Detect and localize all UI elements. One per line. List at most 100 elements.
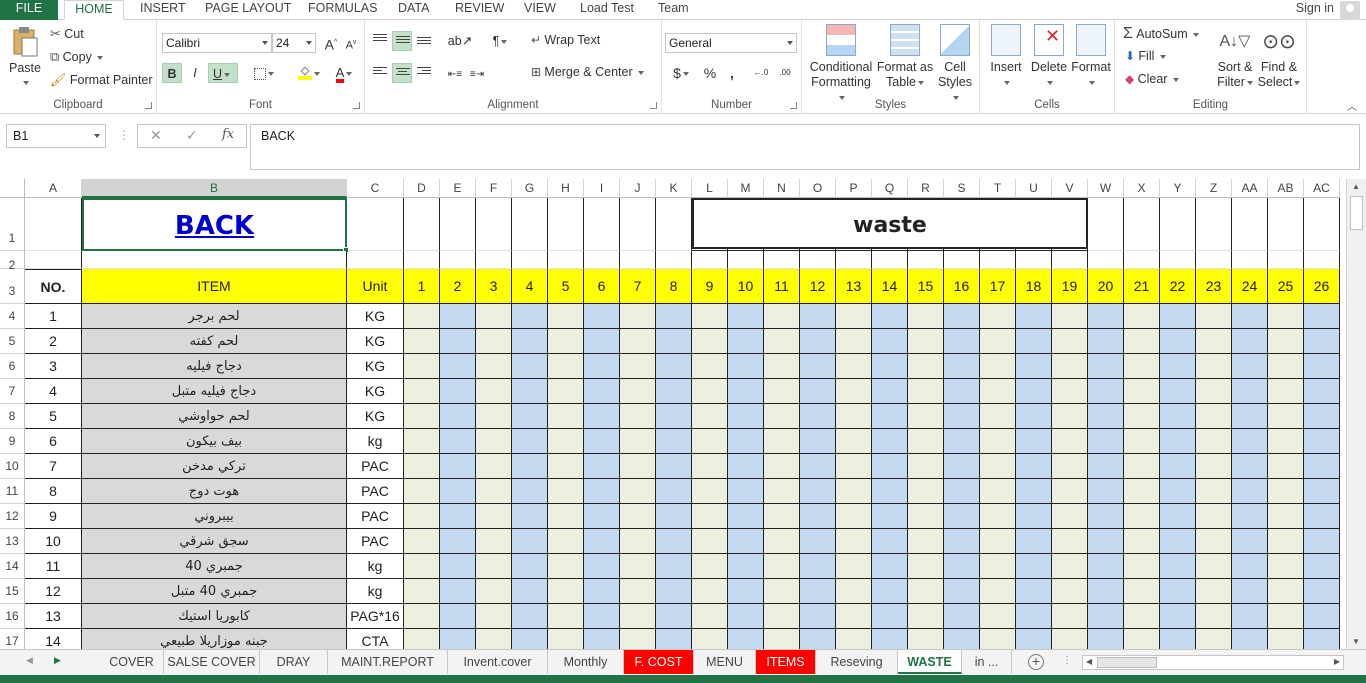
tab-data[interactable]: DATA [398,0,429,20]
column-header-p[interactable]: P [836,179,872,198]
qty-cell[interactable] [620,404,656,429]
cell-styles-button[interactable]: Cell Styles [934,24,976,105]
qty-cell[interactable] [584,454,620,479]
qty-cell[interactable] [872,379,908,404]
qty-cell[interactable] [908,304,944,329]
header-day-5[interactable]: 5 [548,269,584,304]
qty-cell[interactable] [944,579,980,604]
vertical-scrollbar[interactable]: ▲ ▼ [1346,179,1366,649]
insert-function-button[interactable]: fx [222,127,234,142]
qty-cell[interactable] [440,404,476,429]
cell-aa1[interactable] [1232,198,1268,251]
qty-cell[interactable] [1304,504,1340,529]
header-day-9[interactable]: 9 [692,269,728,304]
qty-cell[interactable] [620,479,656,504]
qty-cell[interactable] [944,554,980,579]
qty-cell[interactable] [656,554,692,579]
qty-cell[interactable] [1124,329,1160,354]
header-day-15[interactable]: 15 [908,269,944,304]
column-header-o[interactable]: O [800,179,836,198]
item-no[interactable]: 9 [25,504,82,529]
sheet-tab-waste[interactable]: WASTE [898,650,962,674]
column-header-ac[interactable]: AC [1304,179,1340,198]
qty-cell[interactable] [800,529,836,554]
qty-cell[interactable] [584,529,620,554]
qty-cell[interactable] [692,579,728,604]
cell-d2[interactable] [404,251,440,269]
qty-cell[interactable] [1088,479,1124,504]
column-header-z[interactable]: Z [1196,179,1232,198]
qty-cell[interactable] [908,554,944,579]
qty-cell[interactable] [692,504,728,529]
autosum-button[interactable]: Σ AutoSum [1123,25,1199,43]
tab-home[interactable]: HOME [64,0,124,20]
qty-cell[interactable] [800,604,836,629]
column-header-u[interactable]: U [1016,179,1052,198]
qty-cell[interactable] [980,379,1016,404]
qty-cell[interactable] [1088,404,1124,429]
qty-cell[interactable] [692,454,728,479]
qty-cell[interactable] [1088,304,1124,329]
qty-cell[interactable] [1304,604,1340,629]
tab-file[interactable]: FILE [0,0,58,20]
wrap-text-button[interactable]: ↵ Wrap Text [531,33,600,47]
cell-k1[interactable] [656,198,692,251]
qty-cell[interactable] [1124,304,1160,329]
item-name[interactable]: جمبري 40 متبل [82,579,347,604]
qty-cell[interactable] [1124,354,1160,379]
qty-cell[interactable] [548,579,584,604]
qty-cell[interactable] [800,504,836,529]
row-header-1[interactable]: 1 [0,198,25,251]
increase-indent-button[interactable]: ≡⇥ [467,63,487,83]
dialog-launcher-icon[interactable] [650,102,657,109]
qty-cell[interactable] [1232,629,1268,649]
qty-cell[interactable] [800,329,836,354]
qty-cell[interactable] [1196,579,1232,604]
cell-a1[interactable] [25,198,82,251]
qty-cell[interactable] [872,454,908,479]
qty-cell[interactable] [980,404,1016,429]
sheet-tab-invent-cover[interactable]: Invent.cover [448,650,548,674]
qty-cell[interactable] [584,604,620,629]
qty-cell[interactable] [548,329,584,354]
qty-cell[interactable] [1016,429,1052,454]
qty-cell[interactable] [440,379,476,404]
cell-d1[interactable] [404,198,440,251]
qty-cell[interactable] [404,404,440,429]
qty-cell[interactable] [980,554,1016,579]
row-header-7[interactable]: 7 [0,379,25,404]
cell-r2[interactable] [908,251,944,269]
qty-cell[interactable] [944,354,980,379]
qty-cell[interactable] [1052,554,1088,579]
qty-cell[interactable] [1268,454,1304,479]
more-sheets-icon[interactable]: ⋮ [1062,655,1072,666]
qty-cell[interactable] [1232,379,1268,404]
qty-cell[interactable] [584,629,620,649]
qty-cell[interactable] [1196,629,1232,649]
qty-cell[interactable] [872,404,908,429]
qty-cell[interactable] [1160,554,1196,579]
qty-cell[interactable] [800,404,836,429]
qty-cell[interactable] [1124,454,1160,479]
item-name[interactable]: لحم برجر [82,304,347,329]
qty-cell[interactable] [1268,304,1304,329]
tab-review[interactable]: REVIEW [455,0,504,20]
qty-cell[interactable] [980,604,1016,629]
row-header-17[interactable]: 17 [0,629,25,649]
qty-cell[interactable] [872,504,908,529]
prev-sheet-icon[interactable]: ◀ [26,655,33,666]
qty-cell[interactable] [584,379,620,404]
cell-f2[interactable] [476,251,512,269]
qty-cell[interactable] [728,529,764,554]
qty-cell[interactable] [692,604,728,629]
format-as-table-button[interactable]: Format as Table [876,24,934,90]
qty-cell[interactable] [404,379,440,404]
qty-cell[interactable] [620,604,656,629]
row-header-4[interactable]: 4 [0,304,25,329]
align-middle-button[interactable] [392,31,412,51]
qty-cell[interactable] [476,404,512,429]
qty-cell[interactable] [584,504,620,529]
qty-cell[interactable] [1304,354,1340,379]
qty-cell[interactable] [728,479,764,504]
qty-cell[interactable] [872,554,908,579]
